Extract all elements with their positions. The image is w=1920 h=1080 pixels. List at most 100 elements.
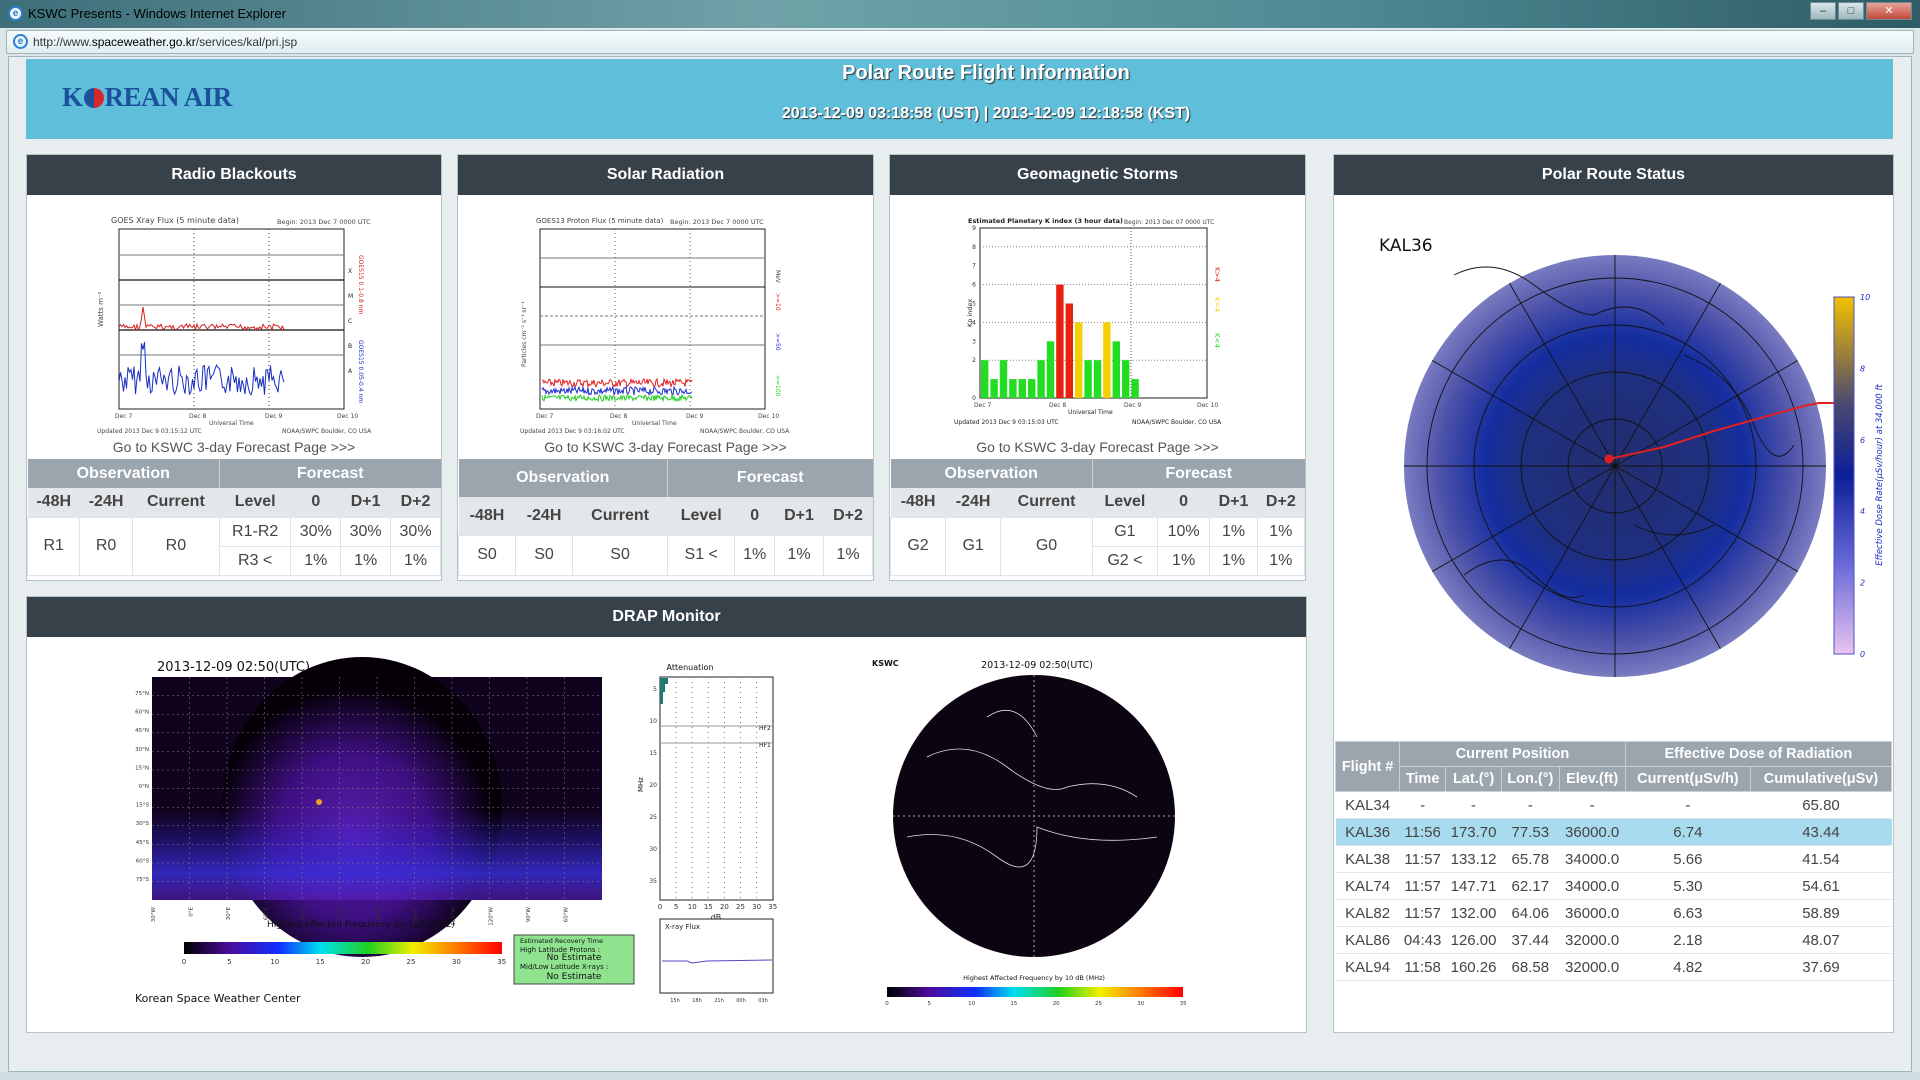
url-prefix: http://www. [33,35,92,49]
y-tick: 2 [972,357,976,364]
flight-cell: 4.82 [1625,953,1751,981]
flight-row[interactable]: KAL34- - - - -65.80 [1335,791,1892,819]
recovery-low-value: No Estimate [547,972,602,982]
flight-number: KAL94 [1335,953,1400,981]
panel-title: Polar Route Status [1334,155,1893,195]
colorbar-tick: 5 [928,1001,932,1007]
y-label: Kp index [966,299,974,327]
colorbar-tick: 10 [968,1001,975,1007]
lat-tick: 75°S [136,877,150,883]
x-tick: Dec 9 [1124,402,1142,409]
forecast-value: 1% [1209,545,1258,576]
flight-row[interactable]: KAL36 11:56 173.70 77.53 36000.0 6.74 43.44 [1335,818,1892,846]
forecast-value: 1% [1156,545,1211,576]
flight-row[interactable]: KAL74 11:57 147.71 62.17 34000.0 5.30 54.61 [1335,872,1892,900]
dose-colorbar [1833,296,1855,655]
flight-cell: 32000.0 [1559,926,1626,954]
flight-cell: 68.58 [1501,953,1560,981]
col-header: Time [1399,766,1447,792]
col-header: -24H [945,488,1001,517]
kp-bar [1009,379,1017,398]
forecast-page-link[interactable]: Go to KSWC 3-day Forecast Page >>> [890,439,1305,455]
close-button[interactable]: ✕ [1866,2,1912,20]
col-header: D+2 [1257,488,1305,517]
attenuation-ylabel: MHz [637,777,645,792]
flight-cell: - [1559,791,1626,819]
col-header: Cumulative(μSv) [1749,766,1893,792]
proton-flux-chart: GOES13 Proton Flux (5 minute data) Begin… [520,217,790,435]
observation-header: Observation [458,459,668,497]
flight-cell: 34000.0 [1559,845,1626,873]
y-tick: 0 [972,395,976,402]
xray-tick: 00h [736,998,746,1004]
flight-cell: 11:58 [1399,953,1446,981]
lon-tick: 120°W [489,906,495,925]
col-header: -24H [79,488,133,517]
y-label: Particles cm⁻² s⁻¹ sr⁻¹ [521,301,528,367]
flight-cell: 36000.0 [1559,899,1626,927]
chart-updated: Updated 2013 Dec 9 03:15:03 UTC [954,419,1059,426]
col-header: -24H [515,497,573,535]
lon-tick: 0°E [189,906,195,916]
lat-tick: 0°N [139,784,149,790]
xray-flux-chart: GOES Xray Flux (5 minute data) Begin: 20… [97,216,372,435]
x-tick: Dec 7 [115,413,133,420]
flight-row[interactable]: KAL86 04:43 126.00 37.44 32000.0 2.18 48.07 [1335,926,1892,954]
colorbar-tick: 20 [1053,1001,1060,1007]
kswc-credit: Korean Space Weather Center [135,992,301,1005]
att-x-tick: 0 [658,903,662,911]
flight-cell: - [1625,791,1751,819]
current-position-header: Current Position [1399,741,1626,767]
flight-cell: 6.74 [1625,818,1751,846]
chart-source: NOAA/SWPC Boulder, CO USA [282,428,372,435]
address-bar[interactable]: e http://www.spaceweather.go.kr/services… [6,30,1914,54]
hf1-label: HF1 [759,742,771,749]
col-header: Lon.(°) [1501,766,1560,792]
legend: K=4 [1213,297,1221,312]
obs-current: S0 [572,534,669,576]
colorbar-tick: 10 [1860,293,1870,302]
lat-tick: 15°N [135,765,149,771]
colorbar-label: Effective Dose Rate(μSv/hour) at 34,000 … [1875,384,1885,566]
lat-tick: 60°N [135,710,149,716]
legend: >=10 [774,293,781,311]
flight-cell: 34000.0 [1559,872,1626,900]
kp-bar [1018,379,1026,398]
flight-cell: 126.00 [1445,926,1502,954]
forecast-page-link[interactable]: Go to KSWC 3-day Forecast Page >>> [458,439,873,455]
unit-label: MeV [774,270,781,284]
flight-cell: 04:43 [1399,926,1446,954]
lon-tick: 60°E [264,906,270,920]
flight-row[interactable]: KAL82 11:57 132.00 64.06 36000.0 6.63 58.89 [1335,899,1892,927]
flight-cell: 54.61 [1750,872,1892,900]
flight-header: Flight # [1334,741,1401,792]
colorbar-tick: 15 [1010,1001,1017,1007]
flight-row[interactable]: KAL38 11:57 133.12 65.78 34000.0 5.66 41.54 [1335,845,1892,873]
x-tick: Dec 7 [536,413,554,420]
forecast-value: 1% [774,534,824,576]
colorbar-tick: 30 [1137,1001,1144,1007]
chart-begin: Begin: 2013 Dec 7 0000 UTC [670,218,764,226]
panel-title: Radio Blackouts [27,155,441,195]
radio-status-table: Observation Forecast -48H -24H Current Level… [26,459,441,576]
y-tick: 6 [972,282,976,289]
flight-cell: - [1445,791,1502,819]
forecast-page-link[interactable]: Go to KSWC 3-day Forecast Page >>> [27,439,441,455]
colorbar-tick: 10 [270,958,279,966]
flight-cell: 37.44 [1501,926,1560,954]
colorbar-tick: 5 [227,958,231,966]
flight-row[interactable]: KAL94 11:58 160.26 68.58 32000.0 4.82 37.69 [1335,953,1892,981]
observation-header: Observation [890,459,1093,488]
hf2-label: HF2 [759,725,771,732]
class-label: X [348,268,352,275]
minimize-button[interactable]: – [1810,2,1836,20]
flight-cell: 11:57 [1399,899,1446,927]
col-header: Level [219,488,291,517]
xray-tick: 03h [758,998,768,1004]
obs-48h: G2 [889,516,947,576]
obs-48h: R1 [26,516,81,576]
kp-bar [1112,341,1120,398]
maximize-button[interactable]: □ [1838,2,1864,20]
y-tick: 9 [972,225,976,232]
flight-cell: - [1399,791,1446,819]
